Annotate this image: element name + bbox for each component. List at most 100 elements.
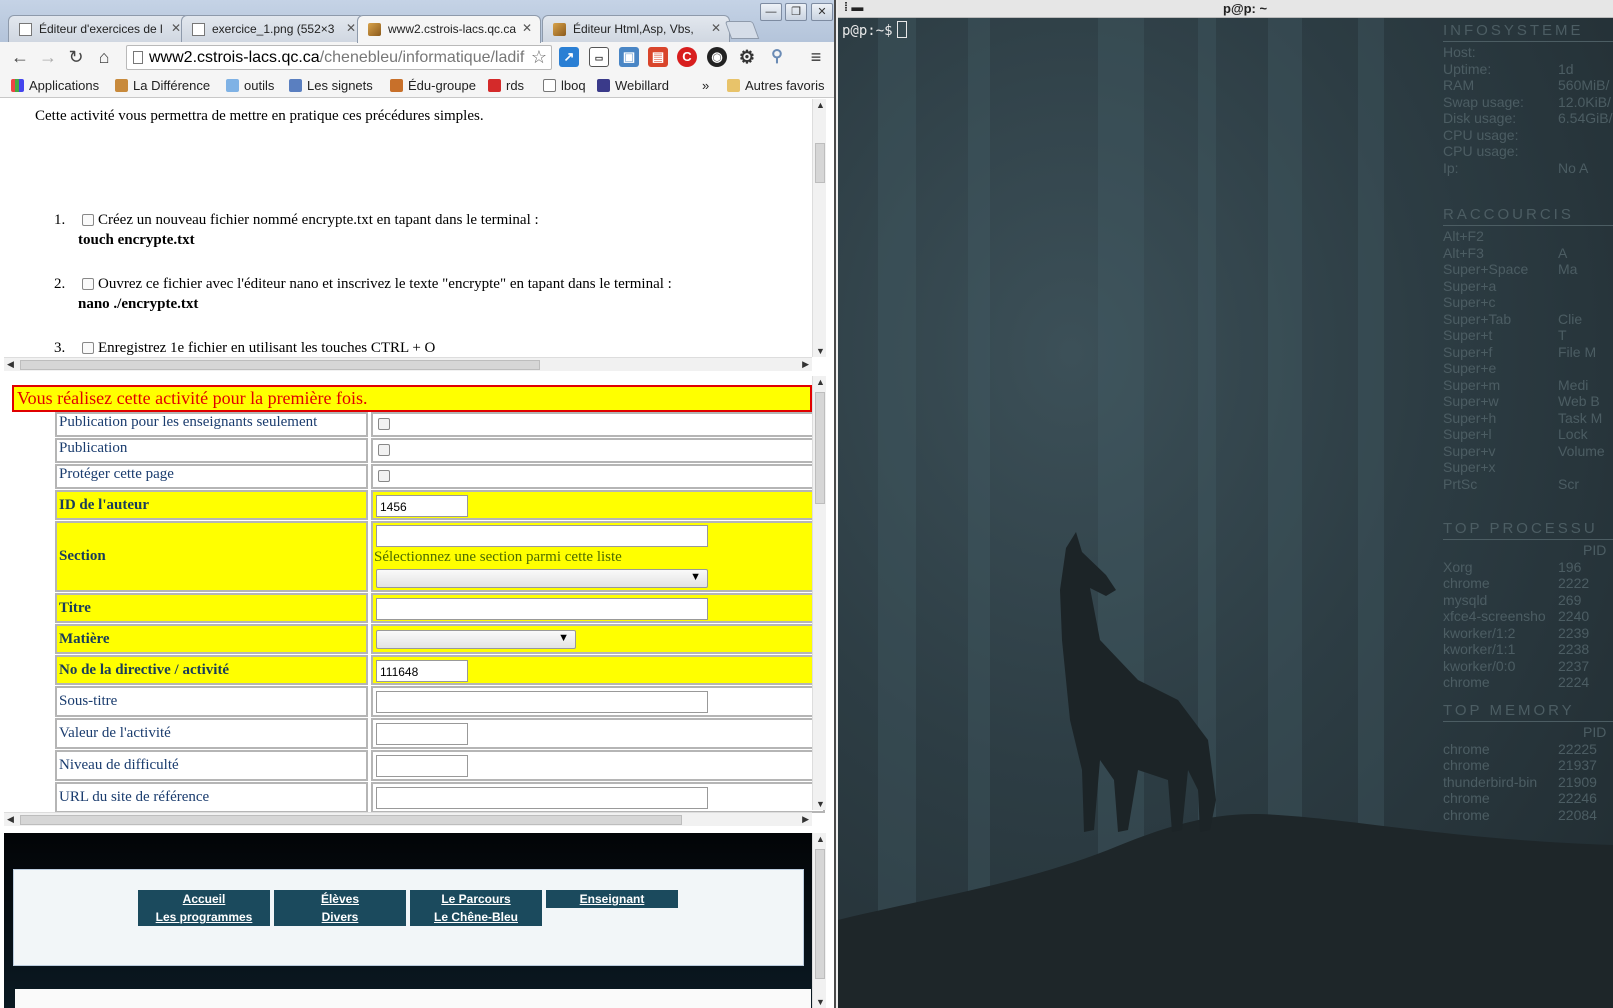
search-icon[interactable]: ⚲ xyxy=(767,47,787,67)
bookmark-la-difference[interactable]: La Différence xyxy=(115,78,210,93)
scroll-up-arrow-icon[interactable]: ▲ xyxy=(816,377,825,387)
field-label: Titre xyxy=(55,593,368,623)
bookmark-applications[interactable]: Applications xyxy=(11,78,99,93)
bookmark-star-icon[interactable]: ☆ xyxy=(531,46,547,69)
close-icon[interactable]: ✕ xyxy=(346,21,356,35)
scroll-down-arrow-icon[interactable]: ▼ xyxy=(816,799,825,809)
tab-cstrois-lacs[interactable]: www2.cstrois-lacs.qc.ca ✕ xyxy=(357,15,541,43)
subject-select[interactable]: ▼ xyxy=(376,630,576,649)
address-bar[interactable]: www2.cstrois-lacs.qc.ca/chenebleu/inform… xyxy=(126,45,552,70)
bookmarks-overflow-button[interactable]: » xyxy=(702,78,709,93)
scroll-left-arrow-icon[interactable]: ◀ xyxy=(7,814,14,825)
gear-icon[interactable]: ⚙ xyxy=(737,47,757,67)
tab-label: Éditeur Html,Asp, Vbs, xyxy=(573,22,694,36)
vertical-scrollbar[interactable]: ▲ ▼ xyxy=(812,376,826,810)
bookmark-les-signets[interactable]: Les signets xyxy=(289,78,373,93)
scroll-down-arrow-icon[interactable]: ▼ xyxy=(816,346,825,356)
protect-page-checkbox[interactable] xyxy=(378,470,390,482)
scroll-up-arrow-icon[interactable]: ▲ xyxy=(816,100,825,110)
horizontal-scrollbar[interactable]: ◀ ▶ xyxy=(4,812,812,826)
nav-le-chene-bleu[interactable]: Le Chêne-Bleu xyxy=(410,908,544,926)
minimize-button[interactable]: — xyxy=(760,3,782,21)
tab-exercise-editor[interactable]: Éditeur d'exercices de l ✕ xyxy=(8,15,190,42)
scroll-left-arrow-icon[interactable]: ◀ xyxy=(7,359,14,370)
scrollbar-thumb[interactable] xyxy=(815,143,825,183)
monitor-key: thunderbird-bin xyxy=(1443,773,1538,790)
publication-checkbox[interactable] xyxy=(378,444,390,456)
bookmark-rds[interactable]: rds xyxy=(488,78,524,93)
field-label: Protéger cette page xyxy=(55,464,368,489)
c-extension-icon[interactable]: C xyxy=(677,47,697,67)
terminal-window[interactable]: ⁞ ▬ p@p: ~ p@p:~$ INFOSYSTEME Host: Uptime… xyxy=(838,0,1613,1008)
nav-le-parcours[interactable]: Le Parcours xyxy=(410,890,544,908)
step-checkbox[interactable] xyxy=(82,214,94,226)
terminal-prompt[interactable]: p@p:~$ xyxy=(842,21,907,39)
scrollbar-thumb[interactable] xyxy=(20,815,682,825)
directive-number-input[interactable]: 111648 xyxy=(376,660,468,682)
terminal-titlebar[interactable]: ⁞ ▬ p@p: ~ xyxy=(838,0,1613,18)
scroll-down-arrow-icon[interactable]: ▼ xyxy=(816,997,825,1007)
field-label: Publication pour les enseignants seuleme… xyxy=(55,412,368,437)
step-checkbox[interactable] xyxy=(82,278,94,290)
scrollbar-thumb[interactable] xyxy=(815,392,825,504)
other-bookmarks-folder[interactable]: Autres favoris xyxy=(727,78,824,93)
horizontal-scrollbar[interactable]: ◀ ▶ xyxy=(4,357,812,371)
bookmark-webillard[interactable]: Webillard xyxy=(597,78,669,93)
resize-extension-icon[interactable]: ↗ xyxy=(559,47,579,67)
difficulty-input[interactable] xyxy=(376,755,468,777)
menu-icon[interactable]: ≡ xyxy=(806,47,826,67)
vertical-scrollbar[interactable]: ▲ ▼ xyxy=(812,99,826,357)
activity-value-input[interactable] xyxy=(376,723,468,745)
reference-url-input[interactable] xyxy=(376,787,708,809)
scroll-right-arrow-icon[interactable]: ▶ xyxy=(802,814,809,825)
monitor-key: Super+Tab xyxy=(1443,310,1512,327)
monitor-value: 2239 xyxy=(1558,624,1590,641)
bookmark-edu-groupe[interactable]: Édu-groupe xyxy=(390,78,476,93)
nav-eleves[interactable]: Élèves xyxy=(274,890,408,908)
color-picker-extension-icon[interactable]: ◉ xyxy=(707,47,727,67)
close-icon[interactable]: ✕ xyxy=(522,21,532,35)
scrollbar-thumb[interactable] xyxy=(20,360,540,370)
window-menu-icon[interactable]: ⁞ ▬ xyxy=(844,0,863,14)
close-icon[interactable]: ✕ xyxy=(711,21,721,35)
bookmark-lboq[interactable]: lboq xyxy=(543,78,586,93)
monitor-key: Alt+F3 xyxy=(1443,244,1484,261)
bookmark-outils[interactable]: outils xyxy=(226,78,274,93)
monitor-value: 2224 xyxy=(1558,674,1590,690)
new-tab-button[interactable] xyxy=(724,21,760,39)
forward-arrow-icon[interactable]: → xyxy=(37,46,59,68)
url-host: www2.cstrois-lacs.qc.ca xyxy=(149,49,320,66)
reload-icon[interactable]: ↻ xyxy=(65,46,87,68)
author-id-input[interactable]: 1456 xyxy=(376,495,468,517)
page-icon xyxy=(133,51,143,64)
section-select[interactable]: ▼ xyxy=(376,569,708,588)
field-cell xyxy=(371,750,825,781)
screenshot-extension-icon[interactable]: ▣ xyxy=(619,47,639,67)
step-text: Créez un nouveau fichier nommé encrypte.… xyxy=(98,212,539,228)
subtitle-input[interactable] xyxy=(376,691,708,713)
close-window-button[interactable]: ✕ xyxy=(811,3,833,21)
scroll-right-arrow-icon[interactable]: ▶ xyxy=(802,359,809,370)
pdf-extension-icon[interactable]: ▤ xyxy=(648,47,668,67)
scroll-up-arrow-icon[interactable]: ▲ xyxy=(816,834,825,844)
vertical-scrollbar[interactable]: ▲ ▼ xyxy=(812,833,826,1008)
close-icon[interactable]: ✕ xyxy=(171,21,181,35)
title-input[interactable] xyxy=(376,598,708,620)
teachers-only-checkbox[interactable] xyxy=(378,418,390,430)
tab-exercise-png[interactable]: exercice_1.png (552×3 ✕ xyxy=(181,15,365,42)
step-checkbox[interactable] xyxy=(82,342,94,354)
ruler-extension-icon[interactable]: ▭ xyxy=(589,47,609,67)
step-number: 3. xyxy=(54,340,66,356)
back-arrow-icon[interactable]: ← xyxy=(9,46,31,68)
tab-html-editor[interactable]: Éditeur Html,Asp, Vbs, ✕ xyxy=(542,15,730,42)
nav-enseignant[interactable]: Enseignant xyxy=(546,890,680,908)
nav-les-programmes[interactable]: Les programmes xyxy=(138,908,272,926)
maximize-button[interactable]: ❐ xyxy=(785,3,807,21)
section-input[interactable] xyxy=(376,525,708,547)
scrollbar-thumb[interactable] xyxy=(815,849,825,979)
home-icon[interactable]: ⌂ xyxy=(93,46,115,68)
nav-divers[interactable]: Divers xyxy=(274,908,408,926)
monitor-value: Lock xyxy=(1558,426,1588,442)
nav-accueil[interactable]: Accueil xyxy=(138,890,272,908)
monitor-value: 22225 xyxy=(1558,740,1597,757)
